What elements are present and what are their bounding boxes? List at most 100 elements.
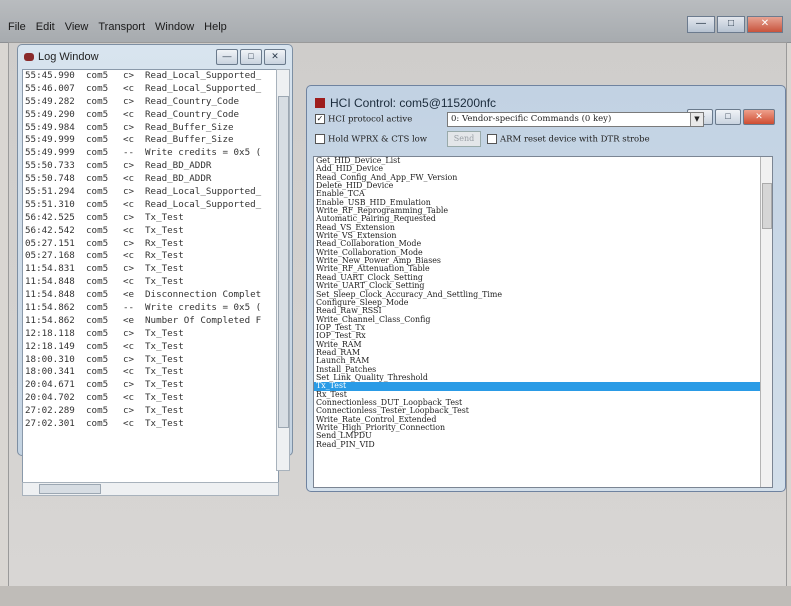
log-time: 55:49.282 xyxy=(25,95,75,107)
log-row[interactable]: 12:18.118 com5 c> Tx_Test xyxy=(23,328,278,341)
log-row[interactable]: 12:18.149 com5 <c Tx_Test xyxy=(23,341,278,354)
log-direction: c> xyxy=(123,405,135,417)
log-time: 27:02.289 xyxy=(25,405,75,417)
scrollbar-thumb[interactable] xyxy=(762,183,772,229)
maximize-icon[interactable]: □ xyxy=(717,16,745,33)
log-row[interactable]: 11:54.862 com5 <e Number Of Completed F xyxy=(23,315,278,328)
log-time: 55:49.999 xyxy=(25,147,75,159)
command-list[interactable]: Get_HID_Device_List Add_HID_Device Read_Co… xyxy=(313,156,773,488)
log-row[interactable]: 55:49.984 com5 c> Read_Buffer_Size xyxy=(23,122,278,135)
log-message: Write credits = 0x5 ( xyxy=(145,147,262,159)
command-item[interactable]: Launch_RAM xyxy=(314,356,772,365)
log-direction: c> xyxy=(123,237,135,249)
log-row[interactable]: 55:50.733 com5 c> Read_BD_ADDR xyxy=(23,160,278,173)
command-item[interactable]: Write_High_Priority_Connection xyxy=(314,423,772,432)
log-direction: <c xyxy=(123,108,135,120)
log-row[interactable]: 27:02.301 com5 <c Tx_Test xyxy=(23,418,278,431)
log-direction: <c xyxy=(123,392,135,404)
log-row[interactable]: 18:00.341 com5 <c Tx_Test xyxy=(23,366,278,379)
protocol-active-checkbox[interactable]: ✓ xyxy=(315,114,325,124)
menu-window[interactable]: Window xyxy=(155,21,194,33)
send-button[interactable]: Send xyxy=(447,131,481,147)
log-row[interactable]: 11:54.848 com5 <c Tx_Test xyxy=(23,276,278,289)
command-item[interactable]: IOP_Test_Rx xyxy=(314,331,772,340)
log-row[interactable]: 56:42.542 com5 <c Tx_Test xyxy=(23,225,278,238)
log-port: com5 xyxy=(86,70,109,81)
command-item[interactable]: Write_RAM xyxy=(314,340,772,349)
scrollbar-thumb[interactable] xyxy=(278,96,289,428)
log-direction: c> xyxy=(123,70,135,81)
hci-control-window: HCI Control: com5@115200nfc — □ ✕ ✓HCI p… xyxy=(306,85,786,492)
command-item[interactable]: Tx_Test xyxy=(314,381,772,391)
command-list-scrollbar[interactable] xyxy=(760,157,772,487)
log-message: Tx_Test xyxy=(145,211,184,223)
log-time: 56:42.542 xyxy=(25,224,75,236)
command-item[interactable]: Read_RAM xyxy=(314,348,772,357)
hci-window-title-text: HCI Control: com5@115200nfc xyxy=(330,96,497,110)
minimize-icon[interactable]: — xyxy=(687,16,715,33)
vendor-command-select[interactable]: 0: Vendor-specific Commands (0 key) ▼ xyxy=(447,112,704,127)
command-item[interactable]: IOP_Test_Tx xyxy=(314,323,772,332)
chevron-down-icon[interactable]: ▼ xyxy=(690,113,703,126)
log-row[interactable]: 11:54.831 com5 c> Tx_Test xyxy=(23,263,278,276)
log-row[interactable]: 20:04.671 com5 c> Tx_Test xyxy=(23,379,278,392)
log-message: Tx_Test xyxy=(145,276,184,288)
command-item[interactable]: Set_Link_Quality_Threshold xyxy=(314,373,772,382)
log-port: com5 xyxy=(86,366,109,378)
log-row[interactable]: 20:04.702 com5 <c Tx_Test xyxy=(23,392,278,405)
log-message: Tx_Test xyxy=(145,405,184,417)
menu-bar: File Edit View Transport Window Help xyxy=(8,21,227,33)
log-row[interactable]: 55:51.294 com5 c> Read_Local_Supported_ xyxy=(23,186,278,199)
protocol-active-label: HCI protocol active xyxy=(328,114,413,125)
minimize-icon[interactable]: — xyxy=(216,49,238,65)
log-row[interactable]: 11:54.848 com5 <e Disconnection Complet xyxy=(23,289,278,302)
command-item[interactable]: Read_PIN_VID xyxy=(314,440,772,449)
log-vertical-scrollbar[interactable] xyxy=(276,69,290,471)
log-row[interactable]: 56:42.525 com5 c> Tx_Test xyxy=(23,212,278,225)
command-item[interactable]: Write_Channel_Class_Config xyxy=(314,315,772,324)
log-row[interactable]: 27:02.289 com5 c> Tx_Test xyxy=(23,405,278,418)
log-row[interactable]: 55:49.999 com5 <c Read_Buffer_Size xyxy=(23,134,278,147)
log-window: Log Window — □ ✕ 55:45.990 com5 c> Read_Loc… xyxy=(17,44,293,496)
arm-reset-label: ARM reset device with DTR strobe xyxy=(500,134,650,145)
scrollbar-thumb[interactable] xyxy=(39,484,101,494)
desktop-bottom xyxy=(0,586,791,606)
log-row[interactable]: 05:27.168 com5 <c Rx_Test xyxy=(23,250,278,263)
log-row[interactable]: 55:50.748 com5 <c Read_BD_ADDR xyxy=(23,173,278,186)
log-row[interactable]: 55:49.290 com5 <c Read_Country_Code xyxy=(23,109,278,122)
command-item[interactable]: Configure_Sleep_Mode xyxy=(314,298,772,307)
log-time: 56:42.525 xyxy=(25,211,75,223)
log-row[interactable]: 55:49.999 com5 -- Write credits = 0x5 ( xyxy=(23,147,278,160)
menu-view[interactable]: View xyxy=(65,21,89,33)
log-row[interactable]: 55:49.282 com5 c> Read_Country_Code xyxy=(23,96,278,109)
log-message: Read_Local_Supported_ xyxy=(145,198,262,210)
log-row[interactable]: 55:45.990 com5 c> Read_Local_Supported_ xyxy=(23,70,278,83)
log-direction: c> xyxy=(123,211,135,223)
log-port: com5 xyxy=(86,160,109,172)
close-icon[interactable]: ✕ xyxy=(264,49,286,65)
log-port: com5 xyxy=(86,82,109,94)
menu-help[interactable]: Help xyxy=(204,21,227,33)
log-direction: <c xyxy=(123,276,135,288)
log-row[interactable]: 55:46.007 com5 <c Read_Local_Supported_ xyxy=(23,83,278,96)
log-time: 20:04.702 xyxy=(25,392,75,404)
menu-transport[interactable]: Transport xyxy=(98,21,145,33)
arm-reset-checkbox[interactable] xyxy=(487,134,497,144)
close-icon[interactable]: ✕ xyxy=(747,16,783,33)
log-horizontal-scrollbar[interactable] xyxy=(22,482,279,496)
hold-checkbox[interactable] xyxy=(315,134,325,144)
log-row[interactable]: 18:00.310 com5 c> Tx_Test xyxy=(23,354,278,367)
log-row[interactable]: 11:54.862 com5 -- Write credits = 0x5 ( xyxy=(23,302,278,315)
log-row[interactable]: 55:51.310 com5 <c Read_Local_Supported_ xyxy=(23,199,278,212)
log-direction: c> xyxy=(123,186,135,198)
command-item[interactable]: Send_LMPDU xyxy=(314,431,772,440)
menu-file[interactable]: File xyxy=(8,21,26,33)
log-time: 12:18.118 xyxy=(25,327,75,339)
maximize-icon[interactable]: □ xyxy=(240,49,262,65)
command-item[interactable]: Delete_HID_Device xyxy=(314,181,772,190)
menu-edit[interactable]: Edit xyxy=(36,21,55,33)
log-list[interactable]: 55:45.990 com5 c> Read_Local_Supported_ 55:4… xyxy=(22,69,279,485)
close-icon[interactable]: ✕ xyxy=(743,109,775,125)
log-row[interactable]: 05:27.151 com5 c> Rx_Test xyxy=(23,238,278,251)
log-direction: c> xyxy=(123,121,135,133)
